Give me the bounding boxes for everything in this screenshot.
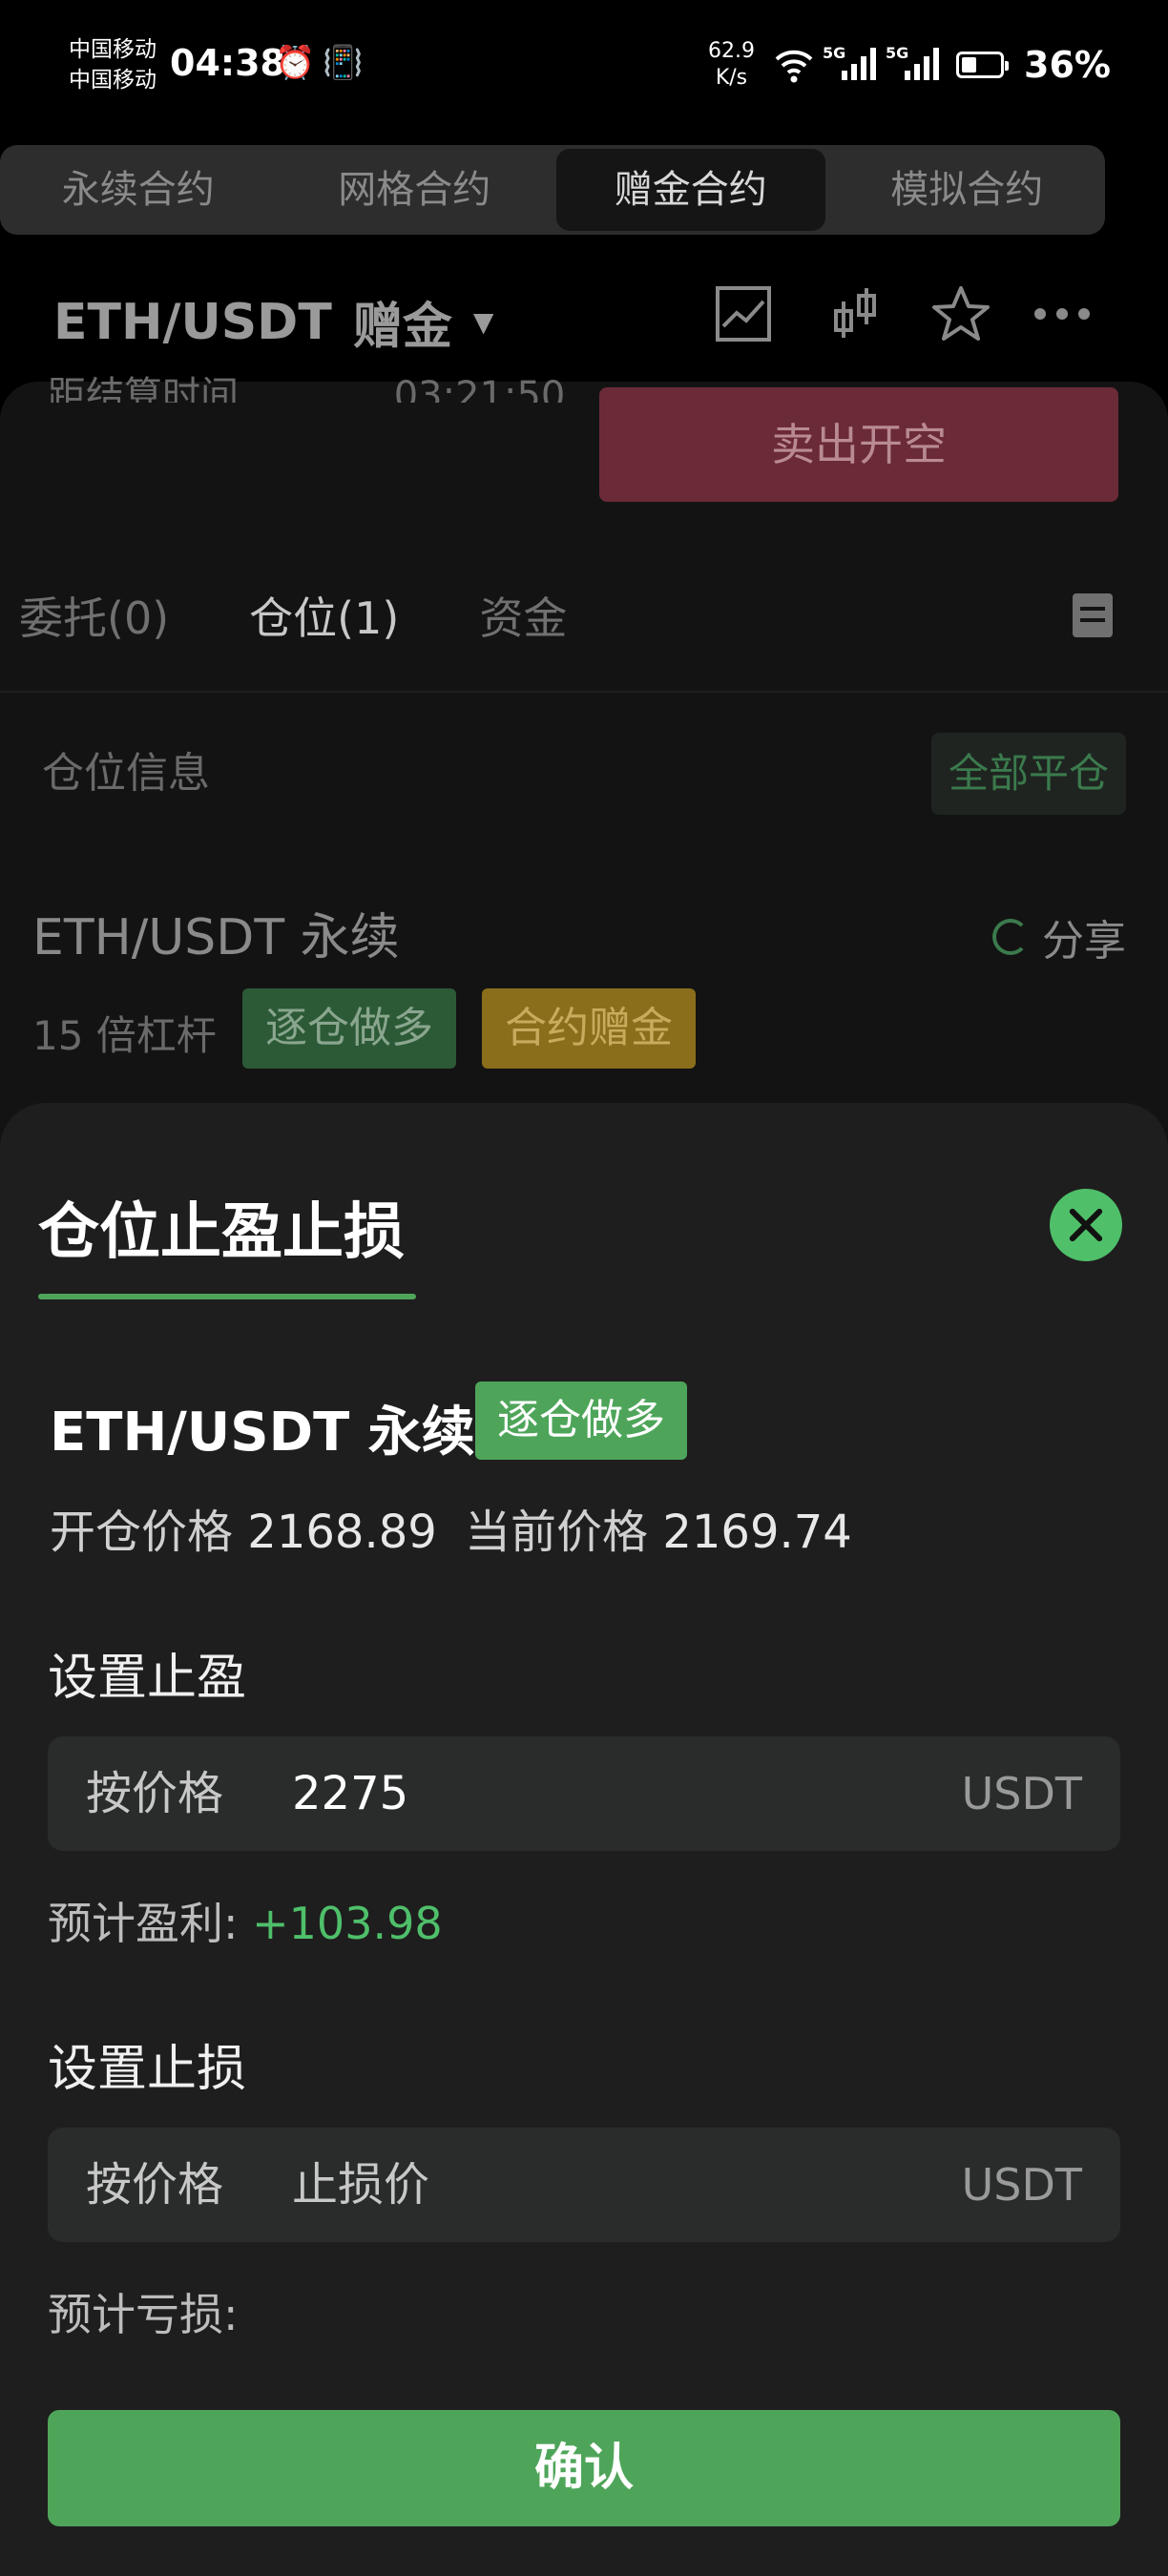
direction-tag: 逐仓做多 bbox=[242, 988, 456, 1069]
tab-orders[interactable]: 委托(0) bbox=[19, 584, 169, 647]
take-profit-unit: USDT bbox=[961, 1768, 1082, 1819]
pair-mode: 赠金 bbox=[352, 299, 452, 356]
close-icon[interactable] bbox=[1050, 1189, 1122, 1261]
take-profit-input[interactable]: 2275 bbox=[292, 1736, 408, 1851]
pair-name: ETH/USDT bbox=[53, 293, 332, 351]
signal-1-icon bbox=[842, 48, 876, 80]
vibrate-icon: 📳 bbox=[323, 44, 364, 82]
open-price: 2168.89 bbox=[247, 1506, 437, 1559]
tab-perpetual[interactable]: 永续合约 bbox=[4, 149, 273, 231]
divider bbox=[0, 691, 1168, 693]
more-icon[interactable] bbox=[1031, 282, 1094, 345]
estimated-loss-label: 预计亏损: bbox=[48, 2289, 239, 2340]
sell-short-button[interactable]: 卖出开空 bbox=[599, 387, 1118, 502]
carrier-label: 中国移动 中国移动 bbox=[69, 34, 156, 95]
contract-type-tabs: 永续合约 网格合约 赠金合约 模拟合约 bbox=[0, 145, 1105, 235]
estimated-loss: 预计亏损: bbox=[48, 2280, 239, 2343]
close-all-button[interactable]: 全部平仓 bbox=[931, 733, 1126, 815]
estimated-profit-value: +103.98 bbox=[252, 1898, 443, 1949]
net-speed-unit: K/s bbox=[715, 66, 748, 90]
carrier-2: 中国移动 bbox=[69, 68, 156, 93]
estimated-profit: 预计盈利: +103.98 bbox=[48, 1889, 443, 1952]
alarm-icon: ⏰ bbox=[275, 44, 316, 82]
signal-2-icon bbox=[905, 48, 939, 80]
tab-funds[interactable]: 资金 bbox=[479, 584, 567, 647]
list-icon[interactable] bbox=[1073, 593, 1113, 637]
position-info-label: 仓位信息 bbox=[42, 749, 210, 798]
confirm-button[interactable]: 确认 bbox=[48, 2410, 1120, 2526]
position-symbol: ETH/USDT 永续 bbox=[32, 909, 400, 966]
open-price-label: 开仓价格 bbox=[50, 1506, 234, 1559]
sheet-title: 仓位止盈止损 bbox=[38, 1197, 405, 1268]
tab-grid[interactable]: 网格合约 bbox=[281, 149, 550, 231]
estimated-profit-label: 预计盈利: bbox=[48, 1898, 239, 1949]
leverage-label: 15 倍杠杆 bbox=[32, 1012, 217, 1059]
take-profit-title: 设置止盈 bbox=[48, 1650, 247, 1707]
title-underline bbox=[38, 1294, 416, 1299]
sheet-symbol: ETH/USDT 永续 bbox=[50, 1402, 475, 1464]
bonus-tag: 合约赠金 bbox=[482, 988, 696, 1069]
stop-loss-input[interactable]: 止损价 bbox=[292, 2128, 429, 2242]
star-icon[interactable] bbox=[929, 282, 992, 345]
price-row: 开仓价格 2168.89 当前价格 2169.74 bbox=[50, 1494, 852, 1561]
sheet-direction-tag: 逐仓做多 bbox=[475, 1381, 687, 1460]
caret-down-icon: ▼ bbox=[472, 306, 494, 338]
settlement-time: 03:21:50 bbox=[393, 374, 566, 403]
line-chart-icon[interactable] bbox=[712, 282, 775, 345]
battery-percent: 36% bbox=[1024, 44, 1111, 86]
candlestick-icon[interactable] bbox=[823, 282, 886, 345]
tab-positions[interactable]: 仓位(1) bbox=[249, 584, 399, 647]
battery-icon bbox=[956, 52, 1009, 78]
current-price-label: 当前价格 bbox=[465, 1506, 649, 1559]
position-tabs: 委托(0) 仓位(1) 资金 bbox=[19, 584, 647, 647]
share-label: 分享 bbox=[1042, 917, 1126, 966]
stop-loss-by-price[interactable]: 按价格 bbox=[86, 2128, 223, 2242]
tab-demo[interactable]: 模拟合约 bbox=[833, 149, 1102, 231]
tab-bonus[interactable]: 赠金合约 bbox=[556, 149, 825, 231]
pair-selector[interactable]: ETH/USDT 赠金 ▼ bbox=[53, 286, 493, 358]
stop-loss-field[interactable]: 按价格 止损价 USDT bbox=[48, 2128, 1120, 2242]
net-speed-value: 62.9 bbox=[708, 39, 755, 63]
take-profit-by-price[interactable]: 按价格 bbox=[86, 1736, 223, 1851]
current-price: 2169.74 bbox=[662, 1506, 852, 1559]
share-icon bbox=[992, 919, 1029, 955]
settlement-label: 距结算时间 bbox=[48, 374, 239, 403]
status-time: 04:38 bbox=[170, 42, 285, 84]
carrier-1: 中国移动 bbox=[69, 37, 156, 62]
settlement-countdown: 距结算时间 03:21:50 bbox=[48, 364, 565, 403]
wifi-icon bbox=[775, 50, 813, 83]
share-button[interactable]: 分享 bbox=[992, 906, 1126, 967]
net-speed: 62.9 K/s bbox=[708, 38, 755, 92]
stop-loss-unit: USDT bbox=[961, 2159, 1082, 2211]
take-profit-field[interactable]: 按价格 2275 USDT bbox=[48, 1736, 1120, 1851]
stop-loss-title: 设置止损 bbox=[48, 2041, 247, 2098]
